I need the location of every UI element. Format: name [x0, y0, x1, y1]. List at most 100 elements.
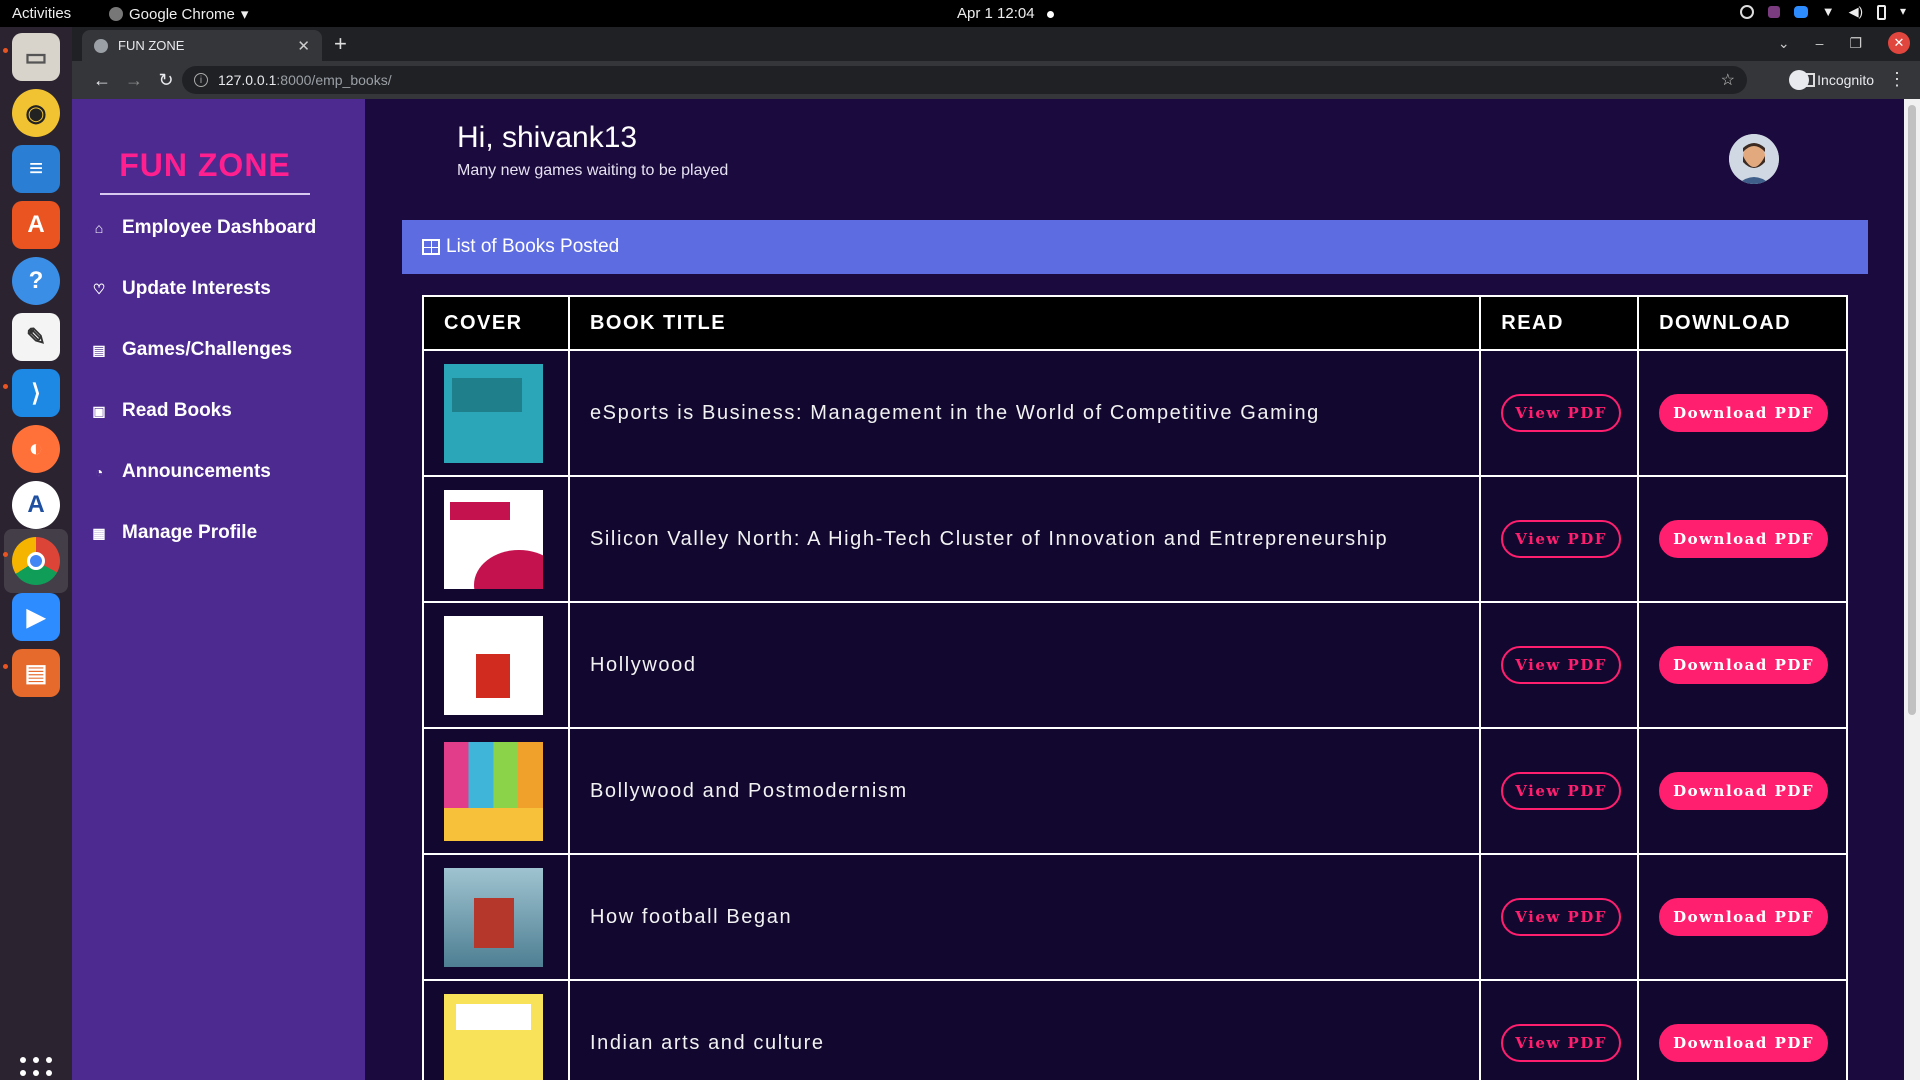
site-info-icon[interactable]: i — [194, 73, 208, 87]
battery-icon — [1876, 4, 1886, 20]
system-tray[interactable]: ▼ ◀) ▾ — [1739, 4, 1906, 20]
download-pdf-button[interactable]: Download PDF — [1659, 394, 1829, 432]
download-cell: Download PDF — [1637, 979, 1848, 1080]
minimize-icon[interactable]: – — [1816, 35, 1824, 51]
view-pdf-button[interactable]: View PDF — [1501, 646, 1621, 684]
sidebar-item-games-challenges[interactable]: ▤ Games/Challenges — [92, 339, 292, 361]
cover-art — [456, 1003, 531, 1030]
download-pdf-button[interactable]: Download PDF — [1659, 772, 1829, 810]
sidebar-item-announcements[interactable]: ◔ Announcements — [92, 461, 271, 483]
sidebar-item-employee-dashboard[interactable]: ⌂ Employee Dashboard — [92, 217, 317, 239]
home-icon: ⌂ — [94, 220, 104, 236]
sidebar-item-manage-profile[interactable]: ▦ Manage Profile — [92, 522, 257, 544]
new-tab-button[interactable]: + — [334, 31, 347, 57]
app-icon-2[interactable]: A — [12, 481, 60, 529]
impress-icon[interactable]: ▤ — [12, 649, 60, 697]
firefox-icon[interactable]: ◐ — [12, 425, 60, 473]
greeting-subtitle: Many new games waiting to be played — [457, 162, 729, 179]
app-menu-label: Google Chrome — [129, 5, 235, 23]
view-pdf-button[interactable]: View PDF — [1501, 520, 1621, 558]
brand-divider — [100, 193, 310, 195]
sidebar-item-label: Read Books — [122, 400, 232, 421]
notification-dot — [1046, 10, 1054, 18]
incognito-label: Incognito — [1817, 72, 1874, 88]
zoom-tray-icon — [1793, 6, 1808, 18]
table-row: Hollywood View PDF Download PDF — [422, 601, 1848, 729]
read-cell: View PDF — [1479, 853, 1640, 981]
table-row: Indian arts and culture View PDF Downloa… — [422, 979, 1848, 1080]
browser-menu-icon[interactable]: ⋮ — [1888, 69, 1906, 90]
download-pdf-button[interactable]: Download PDF — [1659, 898, 1829, 936]
vscode-icon[interactable]: ⟩ — [12, 369, 60, 417]
heart-icon: ♡ — [92, 280, 106, 297]
browser-tab[interactable]: FUN ZONE ✕ — [82, 30, 322, 61]
book-title: Bollywood and Postmodernism — [567, 727, 1482, 855]
download-pdf-button[interactable]: Download PDF — [1659, 646, 1829, 684]
files-icon[interactable]: ▭ — [12, 33, 60, 81]
software-center-icon[interactable]: A — [12, 201, 60, 249]
close-window-icon[interactable]: ✕ — [1888, 32, 1910, 54]
cover-art-swoosh — [474, 549, 543, 589]
sidebar-item-update-interests[interactable]: ♡ Update Interests — [92, 278, 271, 300]
brand-logo[interactable]: FUN ZONE — [100, 147, 310, 184]
chrome-dock-icon[interactable] — [12, 537, 60, 585]
browser-toolbar: ← → ↻ i 127.0.0.1 :8000/emp_books/ ☆ Inc… — [72, 61, 1920, 99]
book-cover-image — [444, 489, 543, 589]
address-bar[interactable]: i 127.0.0.1 :8000/emp_books/ ☆ — [182, 66, 1747, 94]
forward-icon[interactable]: → — [118, 70, 150, 91]
download-pdf-button[interactable]: Download PDF — [1659, 1024, 1829, 1062]
book-cover-image — [444, 867, 543, 967]
help-icon[interactable]: ? — [12, 257, 60, 305]
rhythmbox-icon[interactable]: ◉ — [12, 89, 60, 137]
system-top-bar: Activities Google Chrome ▾ Apr 1 12:04 ▼… — [0, 0, 1920, 27]
close-tab-icon[interactable]: ✕ — [297, 37, 310, 55]
clock[interactable]: Apr 1 12:04 — [957, 5, 1054, 22]
running-indicator — [3, 552, 8, 557]
dock: ▭ ◉ ≡ A ? ✎ ⟩ ◐ A ▶ ▤ — [0, 27, 72, 1080]
view-pdf-button[interactable]: View PDF — [1501, 772, 1621, 810]
cover-cell — [422, 727, 570, 855]
show-apps-icon[interactable] — [20, 1057, 52, 1080]
book-cover-image — [444, 741, 543, 841]
reload-icon[interactable]: ↻ — [150, 70, 182, 91]
download-cell: Download PDF — [1637, 853, 1848, 981]
read-cell: View PDF — [1479, 349, 1640, 477]
table-row: Bollywood and Postmodernism View PDF Dow… — [422, 727, 1848, 855]
greeting: Hi, shivank13 — [457, 121, 638, 154]
download-cell: Download PDF — [1637, 349, 1848, 477]
sidebar-item-read-books[interactable]: ▣ Read Books — [92, 400, 232, 422]
column-header-title: BOOK TITLE — [567, 295, 1482, 351]
download-cell: Download PDF — [1637, 727, 1848, 855]
back-icon[interactable]: ← — [86, 70, 118, 91]
download-pdf-button[interactable]: Download PDF — [1659, 520, 1829, 558]
wifi-icon: ▼ — [1821, 4, 1835, 19]
book-icon: ▣ — [92, 402, 106, 419]
view-pdf-button[interactable]: View PDF — [1501, 1024, 1621, 1062]
app-menu[interactable]: Google Chrome ▾ — [109, 5, 248, 23]
bookmark-star-icon[interactable]: ☆ — [1721, 70, 1735, 90]
table-row: Silicon Valley North: A High-Tech Cluste… — [422, 475, 1848, 603]
scrollbar-thumb[interactable] — [1908, 105, 1916, 715]
avatar[interactable] — [1729, 134, 1779, 184]
column-header-download: DOWNLOAD — [1637, 295, 1848, 351]
app-icon[interactable]: ✎ — [12, 313, 60, 361]
zoom-icon[interactable]: ▶ — [12, 593, 60, 641]
books-panel-header: List of Books Posted — [402, 220, 1868, 274]
view-pdf-button[interactable]: View PDF — [1501, 394, 1621, 432]
chevron-down-icon: ▾ — [240, 6, 249, 23]
table-icon — [422, 239, 440, 255]
sidebar-item-label: Games/Challenges — [122, 339, 293, 360]
view-pdf-button[interactable]: View PDF — [1501, 898, 1621, 936]
restore-icon[interactable]: ❐ — [1849, 35, 1862, 52]
incognito-icon — [1789, 70, 1810, 90]
incognito-indicator[interactable]: Incognito — [1789, 70, 1874, 90]
read-cell: View PDF — [1479, 601, 1640, 729]
page-scrollbar[interactable] — [1904, 99, 1920, 1080]
writer-icon[interactable]: ≡ — [12, 145, 60, 193]
book-title: Silicon Valley North: A High-Tech Cluste… — [567, 475, 1482, 603]
activities-button[interactable]: Activities — [12, 5, 71, 22]
cover-art — [476, 653, 510, 698]
tab-search-icon[interactable]: ⌄ — [1778, 35, 1790, 52]
sidebar-item-label: Announcements — [122, 461, 271, 482]
book-cover-image — [444, 993, 543, 1080]
